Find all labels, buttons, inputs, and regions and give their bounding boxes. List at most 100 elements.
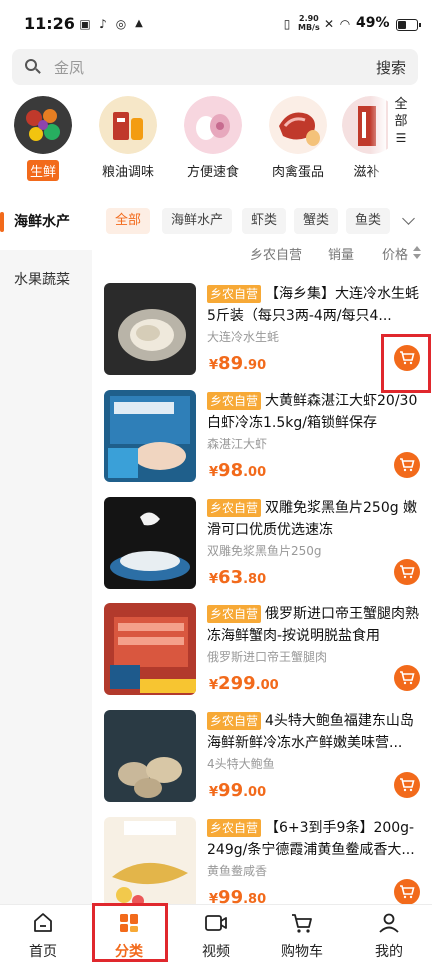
all-categories-char-2: 部	[394, 114, 408, 129]
product-price: ¥98.00	[209, 460, 267, 481]
search-icon	[24, 58, 42, 76]
product-subtitle: 俄罗斯进口帝王蟹腿肉	[207, 650, 328, 664]
list-icon: ☰	[395, 131, 407, 145]
fresh-thumbnail	[14, 96, 72, 154]
add-to-cart-button[interactable]	[394, 665, 420, 691]
highlight-box	[381, 334, 431, 393]
net-speed: 2.90 MB/s	[298, 14, 320, 32]
net-speed-value: 2.90	[299, 14, 319, 23]
sidebar-item-label: 水果蔬菜	[14, 272, 70, 288]
app-screen: 11:26 ▣ ♪ ◎ ▲ ▯ 2.90 MB/s ✕ ◠ 49% 金凤 搜索	[0, 0, 432, 964]
product-card[interactable]: 乡农自营 大黄鲜森湛江大虾20/30白虾冷冻1.5kg/箱锁鲜保存 森湛江大虾 …	[104, 390, 424, 494]
all-categories-char-1: 全	[394, 97, 408, 112]
sidebar-item-seafood[interactable]: 海鲜水产	[0, 194, 92, 250]
battery-nub	[419, 23, 421, 27]
product-title[interactable]: 俄罗斯进口帝王蟹腿肉熟冻海鲜蟹肉-按说明脱盐食用	[207, 603, 421, 647]
net-speed-unit: MB/s	[298, 23, 320, 32]
battery-level	[398, 21, 407, 29]
search-input[interactable]: 金凤	[54, 57, 84, 78]
category-fade	[370, 96, 386, 176]
product-title[interactable]: 4头特大鲍鱼福建东山岛海鲜新鲜冷冻水产鲜嫩美味营...	[207, 710, 421, 754]
video-icon	[204, 911, 228, 935]
nav-cart[interactable]: 购物车	[259, 905, 345, 964]
chip-fish[interactable]: 鱼类	[346, 208, 391, 234]
cart-icon	[400, 671, 415, 685]
search-bar[interactable]: 金凤 搜索	[12, 49, 418, 85]
filter-chips: 全部 海鲜水产 虾类 蟹类 鱼类	[106, 208, 432, 236]
top-category-fresh[interactable]: 生鲜	[3, 96, 83, 181]
status-bar: 11:26 ▣ ♪ ◎ ▲ ▯ 2.90 MB/s ✕ ◠ 49%	[0, 0, 432, 50]
top-category-label: 粮油调味	[101, 165, 154, 180]
battery-percent: 49%	[356, 15, 390, 31]
product-subtitle: 森湛江大虾	[207, 437, 268, 451]
product-title[interactable]: 双雕免浆黑鱼片250g 嫩滑可口优质优选速冻	[207, 497, 421, 541]
product-image	[104, 283, 196, 375]
top-category-meat-egg[interactable]: 肉禽蛋品	[258, 96, 338, 181]
nfc-icon: ✕	[323, 17, 335, 31]
highlight-box	[92, 903, 168, 962]
nav-label: 我的	[375, 944, 403, 960]
product-image	[104, 603, 196, 695]
status-time: 11:26	[24, 14, 75, 33]
product-subtitle: 黄鱼鲞咸香	[207, 864, 268, 878]
sort-arrows-icon	[413, 246, 421, 262]
nav-home[interactable]: 首页	[0, 905, 86, 964]
product-card[interactable]: 乡农自营 【海乡集】大连冷水生蚝5斤装（每只3两-4两/每只4... 大连冷水生…	[104, 283, 424, 387]
search-button[interactable]: 搜索	[376, 57, 406, 78]
nav-video[interactable]: 视频	[173, 905, 259, 964]
product-price: ¥299.00	[209, 673, 279, 694]
product-title[interactable]: 【海乡集】大连冷水生蚝5斤装（每只3两-4两/每只4...	[207, 283, 421, 327]
meat-egg-thumbnail	[269, 96, 327, 154]
bottom-nav: 首页 分类 视频 购物车 我的	[0, 904, 432, 964]
sort-sales[interactable]: 销量	[328, 244, 354, 263]
sort-self-operated[interactable]: 乡农自营	[250, 244, 302, 263]
sort-price-label: 价格	[382, 248, 409, 263]
top-category-instant[interactable]: 方便速食	[173, 96, 253, 181]
sort-row: 乡农自营 销量 价格	[92, 244, 432, 266]
sort-price[interactable]: 价格	[382, 244, 408, 263]
product-card[interactable]: 乡农自营 俄罗斯进口帝王蟹腿肉熟冻海鲜蟹肉-按说明脱盐食用 俄罗斯进口帝王蟹腿肉…	[104, 603, 424, 707]
cart-icon	[400, 885, 415, 899]
top-category-grain-oil[interactable]: 粮油调味	[88, 96, 168, 181]
product-title[interactable]: 大黄鲜森湛江大虾20/30白虾冷冻1.5kg/箱锁鲜保存	[207, 390, 421, 434]
grain-oil-thumbnail	[99, 96, 157, 154]
cart-icon	[290, 911, 314, 935]
product-card[interactable]: 乡农自营 4头特大鲍鱼福建东山岛海鲜新鲜冷冻水产鲜嫩美味营... 4头特大鲍鱼 …	[104, 710, 424, 814]
product-price: ¥99.00	[209, 780, 267, 801]
app-icon: ◎	[115, 17, 127, 31]
home-icon	[31, 911, 55, 935]
cart-icon	[400, 778, 415, 792]
tiktok-icon: ♪	[99, 17, 107, 31]
chip-seafood[interactable]: 海鲜水产	[162, 208, 233, 234]
nav-mine[interactable]: 我的	[346, 905, 432, 964]
chip-crab[interactable]: 蟹类	[294, 208, 339, 234]
product-image	[104, 390, 196, 482]
sidebar: 海鲜水产 水果蔬菜	[0, 194, 92, 904]
top-category-label: 肉禽蛋品	[271, 165, 324, 180]
instant-thumbnail	[184, 96, 242, 154]
product-price: ¥63.80	[209, 567, 267, 588]
sidebar-item-fruit-veg[interactable]: 水果蔬菜	[0, 252, 92, 308]
nav-label: 购物车	[281, 944, 323, 960]
product-subtitle: 4头特大鲍鱼	[207, 757, 275, 771]
add-to-cart-button[interactable]	[394, 879, 420, 905]
vibrate-icon: ▯	[283, 17, 291, 31]
top-category-bar: 生鲜 粮油调味 方便速食 肉禽蛋品 滋补	[0, 96, 432, 186]
product-card[interactable]: 乡农自营 双雕免浆黑鱼片250g 嫩滑可口优质优选速冻 双雕免浆黑鱼片250g …	[104, 497, 424, 601]
app-notification-icon: ▣	[79, 17, 91, 31]
add-to-cart-button[interactable]	[394, 772, 420, 798]
wifi-icon: ◠	[339, 17, 351, 31]
all-categories-button[interactable]: 全 部 ☰	[386, 96, 416, 162]
user-icon	[377, 911, 401, 935]
product-subtitle: 双雕免浆黑鱼片250g	[207, 544, 322, 558]
chip-all[interactable]: 全部	[106, 208, 151, 234]
bell-icon: ▲	[135, 18, 143, 29]
chip-shrimp[interactable]: 虾类	[242, 208, 287, 234]
product-image	[104, 817, 196, 909]
product-title[interactable]: 【6+3到手9条】200g-249g/条宁德霞浦黄鱼鲞咸香大...	[207, 817, 421, 861]
battery-icon	[396, 19, 421, 31]
add-to-cart-button[interactable]	[394, 559, 420, 585]
add-to-cart-button[interactable]	[394, 452, 420, 478]
top-category-label: 方便速食	[186, 165, 239, 180]
nav-label: 首页	[29, 944, 57, 960]
